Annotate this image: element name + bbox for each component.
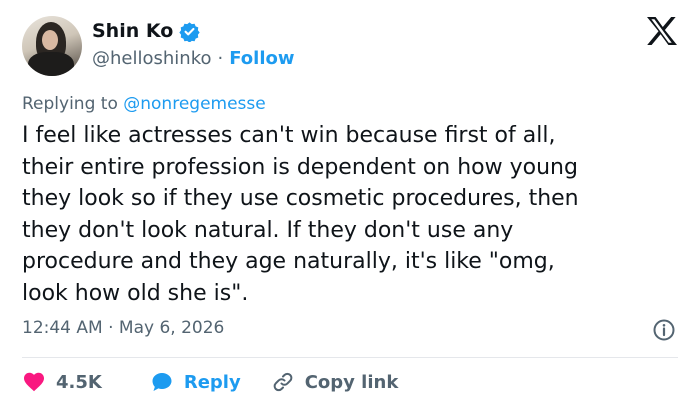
divider <box>22 357 678 358</box>
like-button[interactable]: 4.5K <box>22 370 102 394</box>
heart-icon <box>24 372 44 392</box>
tweet-timestamp[interactable]: 12:44 AM · May 6, 2026 <box>22 318 224 338</box>
reply-button[interactable]: Reply <box>150 370 241 394</box>
author-handle-row: @helloshinko · Follow <box>92 48 295 69</box>
like-count: 4.5K <box>56 371 102 393</box>
action-bar: 4.5K Reply Copy link <box>22 370 398 394</box>
replying-prefix: Replying to <box>22 94 118 114</box>
copy-link-button[interactable]: Copy link <box>271 370 399 394</box>
copy-link-label: Copy link <box>304 371 399 393</box>
handle-separator: · <box>217 48 224 69</box>
avatar[interactable] <box>22 16 82 76</box>
replying-mention[interactable]: @nonregemesse <box>123 94 265 114</box>
avatar-face <box>42 30 58 50</box>
x-logo-icon[interactable] <box>646 16 678 46</box>
verified-badge-icon <box>179 21 200 42</box>
reply-label: Reply <box>183 371 241 393</box>
tweet-text: I feel like actresses can't win because … <box>22 123 579 306</box>
avatar-body <box>28 52 74 76</box>
author-handle[interactable]: @helloshinko <box>92 48 212 69</box>
replying-to: Replying to @nonregemesse <box>22 94 266 114</box>
reply-bubble-icon <box>152 373 172 391</box>
info-icon[interactable] <box>652 318 676 342</box>
author-name-row: Shin Ko <box>92 20 200 42</box>
follow-button[interactable]: Follow <box>229 48 294 69</box>
author-display-name[interactable]: Shin Ko <box>92 20 173 42</box>
link-icon <box>273 372 293 392</box>
